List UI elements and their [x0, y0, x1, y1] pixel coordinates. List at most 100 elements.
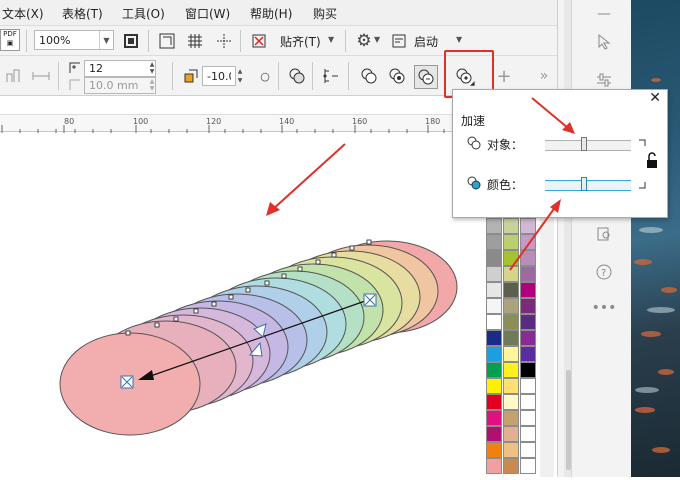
blend-options-icon[interactable] [320, 65, 342, 87]
color-swatch[interactable] [520, 330, 536, 346]
color-swatch[interactable] [520, 458, 536, 474]
steps-input[interactable] [84, 60, 156, 77]
color-swatch[interactable] [520, 314, 536, 330]
color-swatch[interactable] [520, 426, 536, 442]
lock-icon[interactable] [637, 138, 661, 190]
minimize-icon[interactable]: — [594, 4, 614, 24]
color-swatch[interactable] [486, 266, 502, 282]
color-swatch[interactable] [503, 394, 519, 410]
color-swatch[interactable] [520, 234, 536, 250]
spacing-spinner[interactable]: ▲ ▼ [147, 78, 157, 93]
guidelines-icon[interactable] [213, 30, 235, 52]
launch-dropdown-icon[interactable]: ▼ [456, 35, 462, 44]
help-icon[interactable]: ? [594, 262, 614, 282]
color-swatch[interactable] [520, 362, 536, 378]
color-swatch[interactable] [486, 330, 502, 346]
add-icon[interactable]: + [493, 65, 515, 87]
object-accel-slider[interactable] [545, 137, 631, 151]
color-swatch[interactable] [520, 266, 536, 282]
color-swatch[interactable] [503, 282, 519, 298]
color-swatch[interactable] [486, 362, 502, 378]
gear-icon[interactable]: ⚙ [353, 30, 375, 52]
direct-blend-icon[interactable] [358, 65, 380, 87]
rulers-icon[interactable] [156, 30, 178, 52]
color-swatch[interactable] [486, 298, 502, 314]
color-swatch[interactable] [503, 346, 519, 362]
snap-dropdown-icon[interactable]: ▼ [328, 35, 334, 44]
color-swatch[interactable] [503, 458, 519, 474]
menu-text[interactable]: 文本(X) [2, 5, 44, 22]
color-swatch[interactable] [520, 282, 536, 298]
color-swatch[interactable] [503, 378, 519, 394]
color-swatch[interactable] [503, 426, 519, 442]
blend-path-icon[interactable] [30, 65, 52, 87]
steps-spinner[interactable]: ▲ ▼ [147, 61, 157, 76]
grid-icon[interactable] [184, 30, 206, 52]
menu-window[interactable]: 窗口(W) [185, 5, 230, 22]
color-accel-slider[interactable] [545, 177, 631, 191]
color-swatch[interactable] [520, 394, 536, 410]
overflow-icon[interactable]: » [533, 65, 555, 87]
color-swatch[interactable] [486, 282, 502, 298]
blend-direct-icon[interactable] [2, 65, 24, 87]
color-swatch[interactable] [486, 442, 502, 458]
color-swatch[interactable] [503, 218, 519, 234]
color-swatch[interactable] [486, 218, 502, 234]
zoom-dropdown-icon[interactable]: ▼ [99, 31, 113, 49]
options-dropdown-icon[interactable]: ▼ [374, 35, 380, 44]
close-icon[interactable]: ✕ [649, 90, 661, 106]
object-slider-thumb[interactable] [581, 137, 587, 151]
color-swatch[interactable] [503, 330, 519, 346]
color-swatch[interactable] [520, 218, 536, 234]
color-swatch[interactable] [520, 378, 536, 394]
book-search-icon[interactable] [594, 224, 614, 244]
menu-help[interactable]: 帮助(H) [250, 5, 292, 22]
path-properties-icon[interactable] [286, 65, 308, 87]
color-swatch[interactable] [503, 266, 519, 282]
color-swatch[interactable] [486, 234, 502, 250]
full-screen-icon[interactable] [120, 30, 142, 52]
launch-button[interactable]: 启动 [414, 33, 438, 50]
color-swatch[interactable] [503, 410, 519, 426]
color-swatch[interactable] [503, 314, 519, 330]
color-swatch[interactable] [503, 362, 519, 378]
menu-buy[interactable]: 购买 [313, 5, 337, 22]
color-swatch[interactable] [486, 410, 502, 426]
menu-table[interactable]: 表格(T) [62, 5, 103, 22]
blend-direction-input[interactable] [202, 66, 236, 86]
canvas[interactable] [0, 133, 484, 477]
color-swatch[interactable] [503, 234, 519, 250]
menu-tools[interactable]: 工具(O) [122, 5, 165, 22]
color-swatch[interactable] [520, 298, 536, 314]
sliders-icon[interactable] [594, 70, 614, 90]
color-swatch[interactable] [503, 250, 519, 266]
color-swatch[interactable] [520, 250, 536, 266]
color-swatch[interactable] [486, 378, 502, 394]
color-swatch[interactable] [486, 346, 502, 362]
docker-scroll-thumb[interactable] [566, 370, 571, 470]
color-swatch[interactable] [486, 458, 502, 474]
clockwise-blend-icon[interactable] [386, 65, 408, 87]
color-swatch[interactable] [486, 314, 502, 330]
color-swatch[interactable] [486, 426, 502, 442]
snap-off-icon[interactable] [248, 30, 270, 52]
color-swatch[interactable] [520, 410, 536, 426]
snap-to-button[interactable]: 贴齐(T) [280, 33, 321, 50]
pointer-icon[interactable] [594, 32, 614, 52]
loop-blend-icon[interactable]: ○ [254, 65, 276, 87]
more-icon[interactable]: ••• [592, 298, 617, 318]
color-swatch[interactable] [503, 298, 519, 314]
pdf-export-button[interactable]: PDF ▣ [0, 29, 20, 51]
end-handle[interactable] [363, 293, 377, 307]
palette-scrollbar[interactable] [540, 218, 554, 477]
start-handle[interactable] [120, 375, 134, 389]
color-swatch[interactable] [520, 346, 536, 362]
counterclockwise-blend-icon[interactable] [414, 65, 438, 89]
color-swatch[interactable] [486, 394, 502, 410]
launch-icon[interactable] [388, 30, 410, 52]
color-swatch[interactable] [520, 442, 536, 458]
color-swatch[interactable] [503, 442, 519, 458]
color-slider-thumb[interactable] [581, 177, 587, 191]
blend-direction-spinner[interactable]: ▲ ▼ [236, 67, 244, 85]
spacing-input[interactable] [84, 77, 156, 94]
